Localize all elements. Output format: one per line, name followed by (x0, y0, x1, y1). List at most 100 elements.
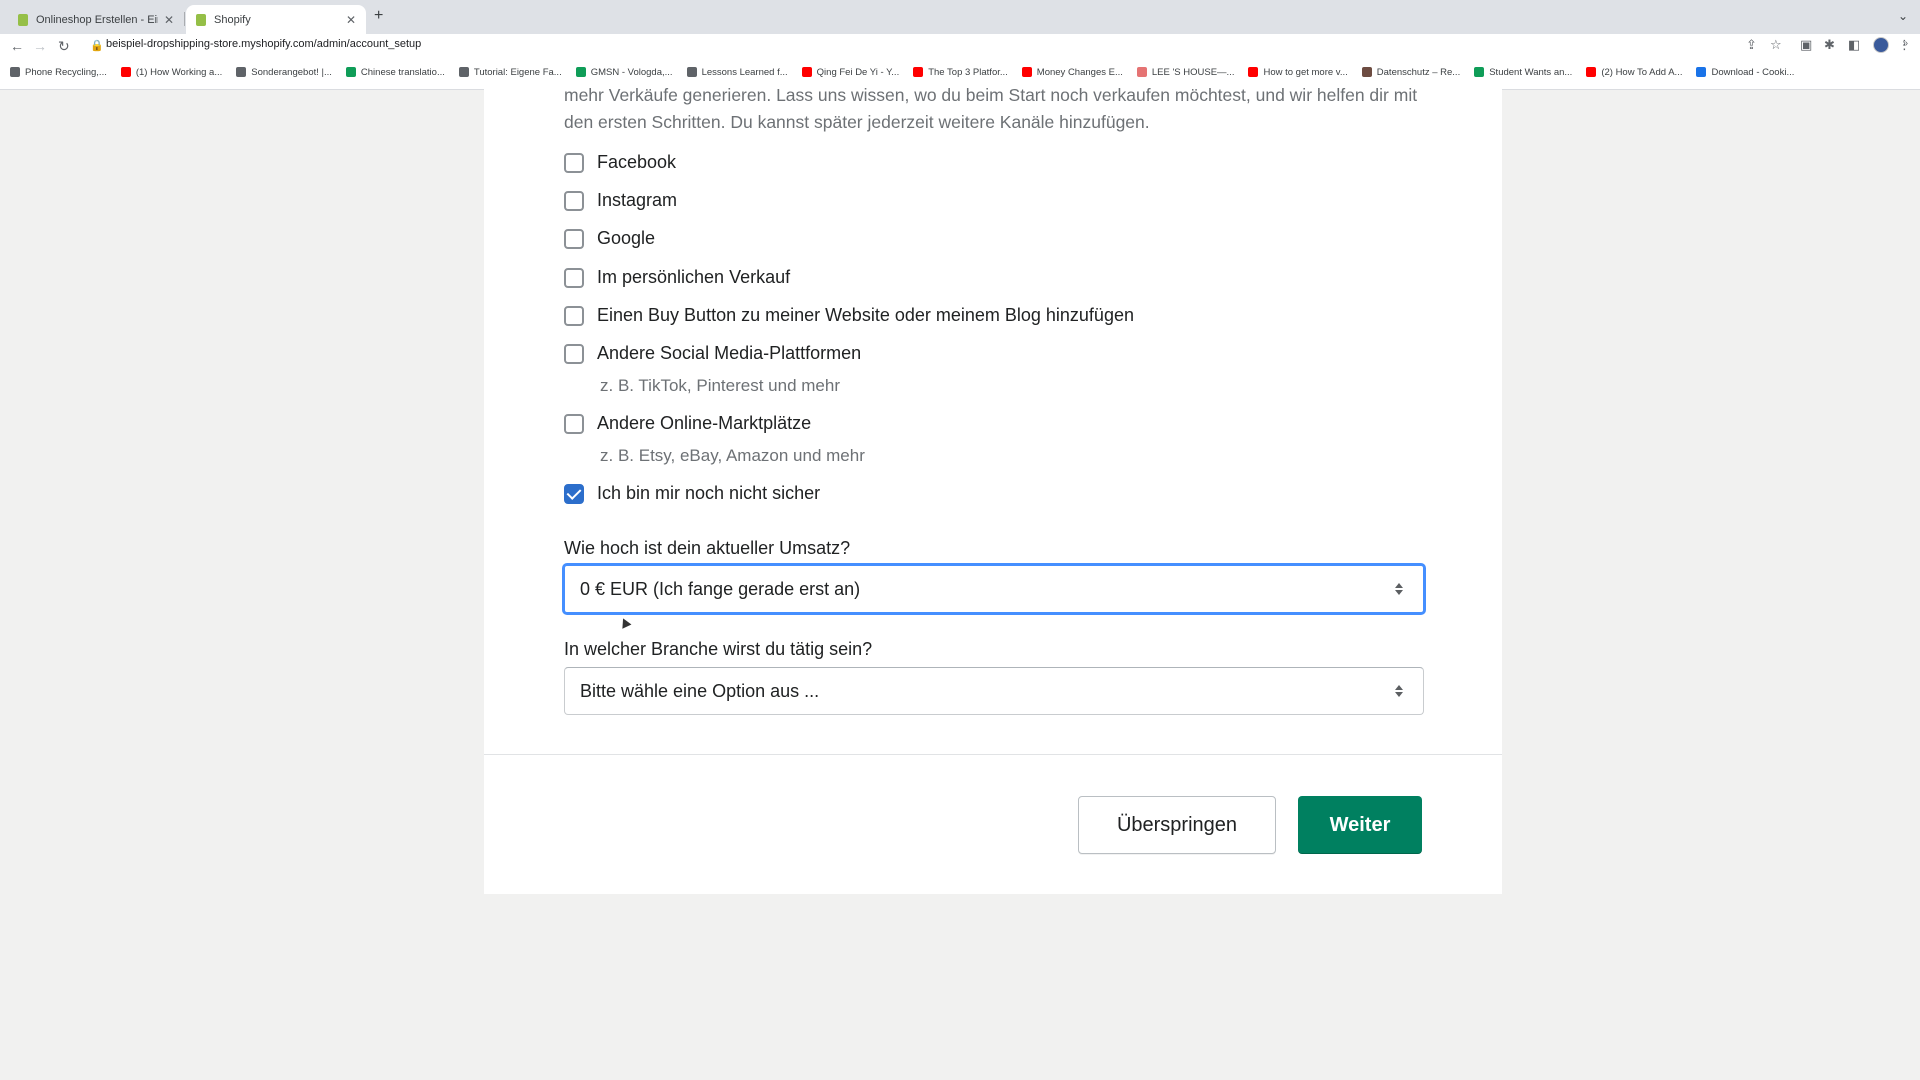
bookmark-label: LEE 'S HOUSE—... (1151, 66, 1235, 78)
option-instagram[interactable]: Instagram (564, 190, 677, 211)
bookmark-label: (2) How To Add A... (1601, 66, 1683, 78)
bookmark-item[interactable]: Lessons Learned f... (686, 66, 788, 78)
bookmark-item[interactable]: How to get more v... (1248, 66, 1348, 78)
puzzle-icon[interactable]: ✱ (1824, 37, 1835, 53)
revenue-select-value: 0 € EUR (Ich fange gerade erst an) (580, 578, 861, 599)
intro-text: mehr Verkäufe generieren. Lass uns wisse… (564, 85, 1418, 132)
option-buy-button[interactable]: Einen Buy Button zu meiner Website oder … (564, 305, 1134, 326)
industry-select-value: Bitte wähle eine Option aus ... (580, 680, 820, 701)
option-help-text: z. B. Etsy, eBay, Amazon und mehr (600, 446, 865, 465)
close-icon[interactable]: ✕ (164, 13, 174, 27)
address-bar[interactable]: beispiel-dropshipping-store.myshopify.co… (106, 38, 421, 50)
bookmark-label: GMSN - Vologda,... (590, 66, 673, 78)
reload-icon[interactable]: ↻ (58, 38, 70, 55)
bookmark-item[interactable]: Tutorial: Eigene Fa... (458, 66, 562, 78)
select-caret-icon (1395, 583, 1403, 595)
bookmark-favicon-icon (686, 67, 697, 77)
tab-title: Onlineshop Erstellen - Einfach (36, 13, 158, 26)
bookmark-favicon-icon (1021, 67, 1032, 77)
checkmark-icon (566, 484, 582, 500)
back-arrow-icon[interactable]: ← (10, 38, 24, 54)
option-label: Einen Buy Button zu meiner Website oder … (597, 305, 1134, 325)
option-marketplaces[interactable]: Andere Online-Marktplätze (564, 413, 811, 434)
bookmark-label: (1) How Working a... (135, 66, 223, 78)
shopify-favicon-icon (18, 13, 28, 26)
option-facebook[interactable]: Facebook (564, 152, 676, 173)
bookmarks-more-button[interactable]: » (1902, 38, 1908, 49)
tab-title: Shopify (214, 13, 251, 26)
bookmark-label: The Top 3 Platfor... (928, 66, 1008, 78)
skip-button[interactable]: Überspringen (1078, 796, 1276, 854)
next-button[interactable]: Weiter (1298, 796, 1422, 854)
tab-onlineshop[interactable]: Onlineshop Erstellen - Einfach ✕ (8, 5, 184, 34)
star-icon[interactable]: ☆ (1770, 37, 1782, 53)
bookmark-favicon-icon (120, 67, 131, 77)
bookmark-item[interactable]: Student Wants an... (1474, 67, 1572, 78)
lock-icon[interactable]: 🔒 (90, 39, 104, 52)
share-icon[interactable]: ⇪ (1746, 37, 1757, 53)
bookmark-favicon-icon (1586, 67, 1597, 77)
sidepanel-icon[interactable]: ◧ (1848, 37, 1860, 53)
option-help-text: z. B. TikTok, Pinterest und mehr (600, 376, 840, 395)
checkbox[interactable] (564, 190, 584, 211)
checkbox-checked[interactable] (564, 483, 584, 504)
checkbox[interactable] (564, 228, 584, 249)
revenue-select[interactable]: 0 € EUR (Ich fange gerade erst an) (563, 564, 1425, 614)
bookmark-favicon-icon (801, 67, 812, 77)
option-in-person[interactable]: Im persönlichen Verkauf (564, 267, 790, 288)
bookmark-item[interactable]: Money Changes E... (1021, 67, 1123, 78)
bookmark-favicon-icon (575, 67, 586, 77)
bookmark-favicon-icon (458, 67, 469, 77)
bookmark-favicon-icon (1474, 67, 1485, 77)
account-setup-card: mehr Verkäufe generieren. Lass uns wisse… (484, 82, 1502, 894)
option-google[interactable]: Google (564, 228, 655, 249)
checkbox[interactable] (564, 267, 584, 288)
bookmark-favicon-icon (236, 67, 247, 77)
bookmark-item[interactable]: LEE 'S HOUSE—... (1136, 66, 1235, 78)
tab-separator (184, 12, 185, 26)
bookmark-label: Qing Fei De Yi - Y... (816, 66, 900, 78)
checkbox[interactable] (564, 343, 584, 364)
new-tab-button[interactable]: + (374, 7, 383, 25)
bookmark-favicon-icon (10, 67, 20, 77)
close-icon[interactable]: ✕ (346, 13, 356, 27)
industry-select[interactable]: Bitte wähle eine Option aus ... (564, 667, 1424, 715)
bookmark-favicon-icon (913, 67, 924, 77)
bookmark-item[interactable]: Phone Recycling,... (10, 67, 107, 78)
checkbox[interactable] (564, 152, 584, 173)
bookmark-item[interactable]: GMSN - Vologda,... (575, 66, 673, 78)
forward-arrow-icon[interactable]: → (33, 38, 47, 54)
revenue-label: Wie hoch ist dein aktueller Umsatz? (564, 538, 851, 558)
bookmark-favicon-icon (345, 67, 356, 77)
option-not-sure[interactable]: Ich bin mir noch nicht sicher (564, 483, 820, 504)
tab-shopify[interactable]: Shopify ✕ (186, 5, 366, 34)
bookmark-item[interactable]: Sonderangebot! |... (236, 67, 332, 78)
bookmark-item[interactable]: (2) How To Add A... (1586, 67, 1682, 78)
bookmark-label: Phone Recycling,... (25, 66, 107, 78)
bookmark-item[interactable]: Download - Cooki... (1696, 67, 1794, 78)
bookmark-item[interactable]: The Top 3 Platfor... (913, 67, 1008, 78)
bookmark-label: How to get more v... (1263, 66, 1348, 78)
bookmark-label: Tutorial: Eigene Fa... (473, 66, 562, 78)
bookmark-label: Chinese translatio... (360, 66, 445, 78)
bookmark-item[interactable]: Datenschutz – Re... (1361, 67, 1460, 78)
avatar[interactable] (1873, 37, 1889, 53)
bookmark-item[interactable]: (1) How Working a... (120, 66, 223, 78)
bookmark-label: Student Wants an... (1489, 66, 1573, 78)
bookmark-item[interactable]: Chinese translatio... (345, 66, 445, 78)
bookmark-label: Download - Cooki... (1711, 66, 1795, 78)
bookmark-label: Sonderangebot! |... (251, 66, 332, 78)
option-social-media[interactable]: Andere Social Media-Plattformen (564, 343, 861, 364)
bookmarks-bar: Phone Recycling,... (1) How Working a... S… (0, 61, 1920, 83)
option-label: Im persönlichen Verkauf (597, 267, 791, 287)
bookmark-favicon-icon (1248, 67, 1259, 77)
bookmark-favicon-icon (1696, 67, 1707, 77)
chevron-down-icon[interactable]: ⌄ (1898, 9, 1908, 23)
bookmark-item[interactable]: Qing Fei De Yi - Y... (801, 66, 900, 78)
checkbox[interactable] (564, 305, 584, 326)
bookmark-label: Lessons Learned f... (701, 66, 788, 78)
bookmark-favicon-icon (1361, 67, 1372, 77)
option-label: Andere Online-Marktplätze (597, 413, 812, 433)
extension-icon[interactable]: ▣ (1800, 37, 1812, 53)
checkbox[interactable] (564, 413, 584, 434)
